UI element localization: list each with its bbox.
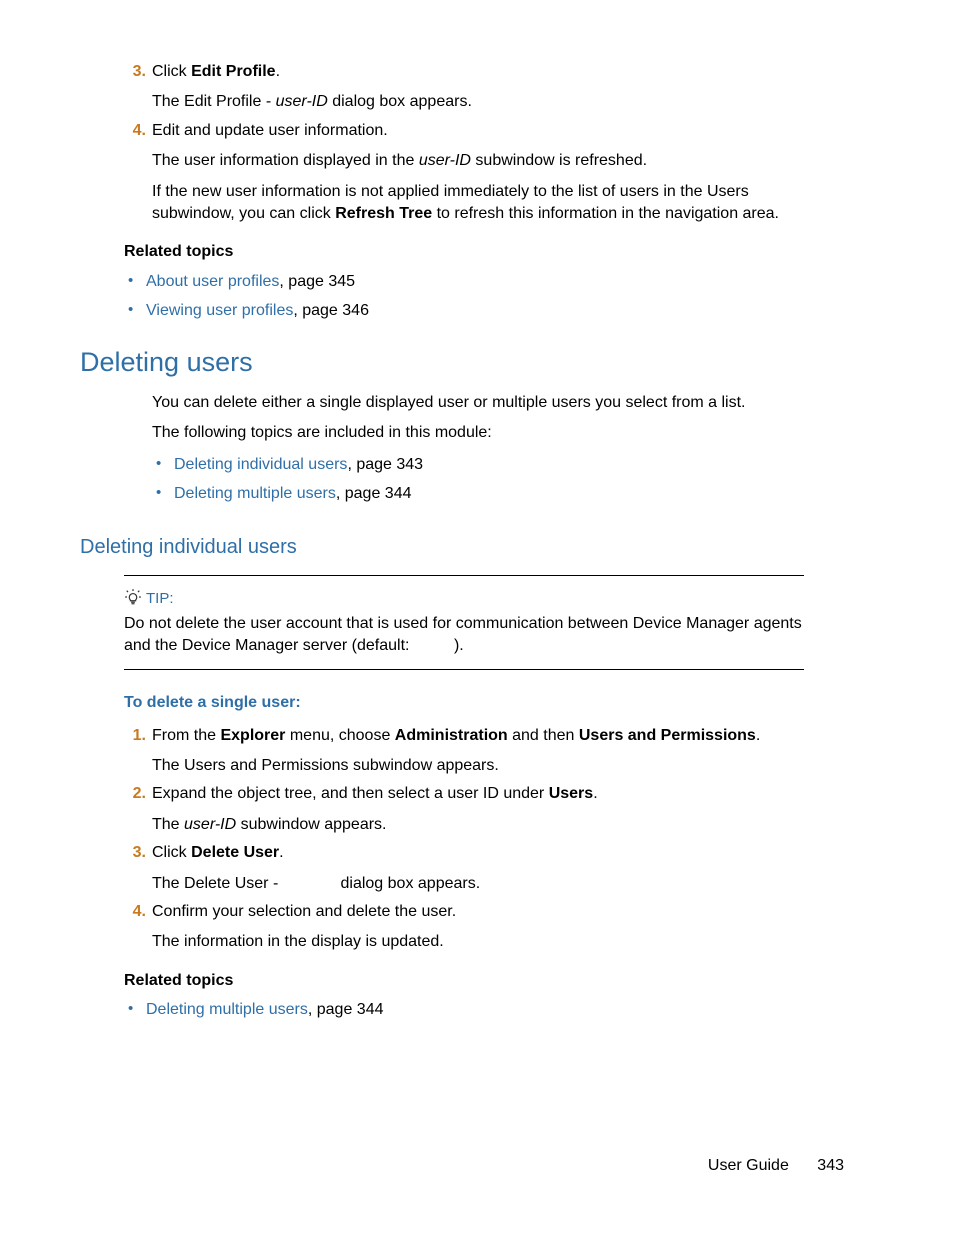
step-number: 3. bbox=[124, 842, 146, 864]
step-number: 4. bbox=[124, 120, 146, 142]
step-number: 4. bbox=[124, 901, 146, 923]
step-subtext: The information in the display is update… bbox=[152, 931, 804, 953]
paragraph: You can delete either a single displayed… bbox=[152, 392, 804, 414]
heading-deleting-individual-users: Deleting individual users bbox=[80, 536, 804, 559]
intro-ordered-list: 3. Click Edit Profile. The Edit Profile … bbox=[124, 61, 804, 225]
lightbulb-icon bbox=[124, 588, 142, 606]
link-about-user-profiles[interactable]: About user profiles bbox=[146, 273, 279, 290]
document-page: 3. Click Edit Profile. The Edit Profile … bbox=[0, 0, 954, 1235]
tip-label: TIP: bbox=[146, 590, 174, 607]
step-number: 3. bbox=[124, 61, 146, 83]
step-text: From the Explorer menu, choose Administr… bbox=[152, 727, 760, 744]
tip-callout: TIP: Do not delete the user account that… bbox=[124, 575, 804, 671]
delete-user-steps: 1. From the Explorer menu, choose Admini… bbox=[124, 725, 804, 954]
step-text: Edit and update user information. bbox=[152, 122, 388, 139]
module-topics-list: Deleting individual users, page 343 Dele… bbox=[152, 453, 804, 506]
related-topics-heading: Related topics bbox=[124, 241, 804, 263]
step-subtext: The Delete User - dialog box appears. bbox=[152, 873, 804, 895]
related-topics-list: Deleting multiple users, page 344 bbox=[124, 998, 804, 1022]
link-deleting-multiple-users[interactable]: Deleting multiple users bbox=[146, 1001, 308, 1018]
heading-deleting-users: Deleting users bbox=[80, 347, 804, 378]
related-topics-heading: Related topics bbox=[124, 970, 804, 992]
step-number: 1. bbox=[124, 725, 146, 747]
list-item: Deleting individual users, page 343 bbox=[152, 453, 804, 477]
deleting-individual-body: TIP: Do not delete the user account that… bbox=[152, 575, 804, 1023]
list-item: About user profiles, page 345 bbox=[124, 270, 804, 294]
procedure-heading: To delete a single user: bbox=[124, 692, 804, 714]
list-item: 4. Edit and update user information. The… bbox=[124, 120, 804, 226]
list-item: 2. Expand the object tree, and then sele… bbox=[124, 783, 804, 836]
deleting-users-body: You can delete either a single displayed… bbox=[152, 392, 804, 506]
list-item: 3. Click Delete User. The Delete User - … bbox=[124, 842, 804, 895]
step-subtext: The Edit Profile - user-ID dialog box ap… bbox=[152, 91, 804, 113]
tip-body: Do not delete the user account that is u… bbox=[124, 613, 804, 658]
step-text: Confirm your selection and delete the us… bbox=[152, 903, 456, 920]
list-item: 4. Confirm your selection and delete the… bbox=[124, 901, 804, 954]
link-viewing-user-profiles[interactable]: Viewing user profiles bbox=[146, 302, 293, 319]
page-footer: User Guide 343 bbox=[708, 1157, 844, 1175]
step-subtext: The user-ID subwindow appears. bbox=[152, 814, 804, 836]
footer-guide-label: User Guide bbox=[708, 1157, 789, 1174]
link-deleting-individual-users[interactable]: Deleting individual users bbox=[174, 456, 347, 473]
list-item: 3. Click Edit Profile. The Edit Profile … bbox=[124, 61, 804, 114]
step-subtext: The Users and Permissions subwindow appe… bbox=[152, 755, 804, 777]
step-subtext: The user information displayed in the us… bbox=[152, 150, 804, 172]
step-text: Expand the object tree, and then select … bbox=[152, 785, 598, 802]
page-content: 3. Click Edit Profile. The Edit Profile … bbox=[152, 61, 804, 323]
link-deleting-multiple-users[interactable]: Deleting multiple users bbox=[174, 485, 336, 502]
list-item: Deleting multiple users, page 344 bbox=[152, 482, 804, 506]
list-item: Deleting multiple users, page 344 bbox=[124, 998, 804, 1022]
step-subtext: If the new user information is not appli… bbox=[152, 181, 804, 226]
paragraph: The following topics are included in thi… bbox=[152, 422, 804, 444]
step-text: Click Delete User. bbox=[152, 844, 284, 861]
related-topics-list: About user profiles, page 345 Viewing us… bbox=[124, 270, 804, 323]
list-item: Viewing user profiles, page 346 bbox=[124, 299, 804, 323]
step-text: Click Edit Profile. bbox=[152, 63, 280, 80]
list-item: 1. From the Explorer menu, choose Admini… bbox=[124, 725, 804, 778]
step-number: 2. bbox=[124, 783, 146, 805]
tip-heading: TIP: bbox=[146, 590, 804, 607]
footer-page-number: 343 bbox=[817, 1157, 844, 1175]
